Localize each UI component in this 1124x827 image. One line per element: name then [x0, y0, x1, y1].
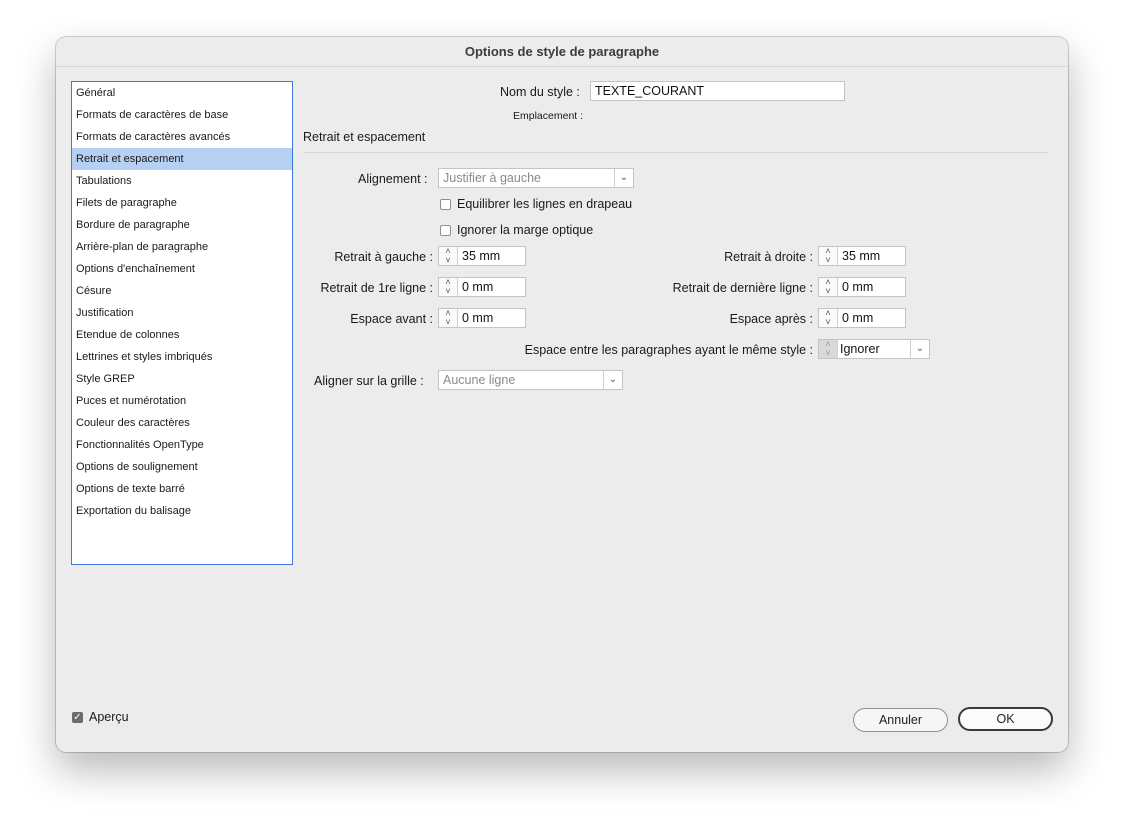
balance-lines-label: Equilibrer les lignes en drapeau [457, 197, 633, 211]
alignment-value: Justifier à gauche [443, 171, 541, 185]
last-line-indent-value: 0 mm [842, 280, 874, 294]
sidebar-item[interactable]: Filets de paragraphe [72, 192, 292, 214]
first-line-indent-label: Retrait de 1re ligne : [320, 281, 433, 295]
stepper-arrows-icon[interactable]: ˄ ˅ [819, 247, 838, 265]
first-line-indent-value: 0 mm [462, 280, 494, 294]
stepper-arrows-icon[interactable]: ˄ ˅ [819, 278, 838, 296]
chevron-down-icon[interactable]: ⌄ [910, 340, 929, 358]
space-before-field[interactable]: ˄ ˅ 0 mm [438, 308, 526, 328]
same-style-spacing-field[interactable]: ˄ ˅ Ignorer ⌄ [818, 339, 930, 359]
sidebar-item[interactable]: Césure [72, 280, 292, 302]
ignore-optical-margin-label: Ignorer la marge optique [457, 223, 594, 237]
same-style-spacing-label: Espace entre les paragraphes ayant le mê… [524, 343, 813, 357]
sidebar-item[interactable]: Options de texte barré [72, 478, 292, 500]
sidebar-item[interactable]: Exportation du balisage [72, 500, 292, 522]
stepper-arrows-icon[interactable]: ˄ ˅ [439, 247, 458, 265]
left-indent-field[interactable]: ˄ ˅ 35 mm [438, 246, 526, 266]
sidebar-item[interactable]: Fonctionnalités OpenType [72, 434, 292, 456]
sidebar-item[interactable]: Général [72, 82, 292, 104]
stepper-arrows-icon[interactable]: ˄ ˅ [819, 309, 838, 327]
sidebar-item[interactable]: Etendue de colonnes [72, 324, 292, 346]
grid-align-dropdown[interactable]: Aucune ligne ⌄ [438, 370, 623, 390]
sidebar-item[interactable]: Formats de caractères de base [72, 104, 292, 126]
right-indent-field[interactable]: ˄ ˅ 35 mm [818, 246, 906, 266]
space-after-label: Espace après : [729, 312, 813, 326]
right-indent-label: Retrait à droite : [724, 250, 813, 264]
paragraph-style-options-dialog: Options de style de paragraphe Général Fo… [56, 37, 1068, 752]
grid-align-value: Aucune ligne [443, 373, 516, 387]
sidebar-item[interactable]: Lettrines et styles imbriqués [72, 346, 292, 368]
space-after-value: 0 mm [842, 311, 874, 325]
location-label: Emplacement : [513, 110, 584, 122]
alignment-dropdown[interactable]: Justifier à gauche ⌄ [438, 168, 634, 188]
left-indent-value: 35 mm [462, 249, 501, 263]
stepper-arrows-icon[interactable]: ˄ ˅ [439, 278, 458, 296]
sidebar-item[interactable]: Options de soulignement [72, 456, 292, 478]
style-name-input[interactable]: TEXTE_COURANT [590, 81, 845, 101]
dialog-title: Options de style de paragraphe [56, 37, 1068, 67]
stepper-arrows-icon[interactable]: ˄ ˅ [439, 309, 458, 327]
sidebar-item[interactable]: Tabulations [72, 170, 292, 192]
last-line-indent-field[interactable]: ˄ ˅ 0 mm [818, 277, 906, 297]
first-line-indent-field[interactable]: ˄ ˅ 0 mm [438, 277, 526, 297]
section-divider [303, 152, 1048, 153]
sidebar-item[interactable]: Arrière-plan de paragraphe [72, 236, 292, 258]
right-indent-value: 35 mm [842, 249, 881, 263]
sidebar-item[interactable]: Style GREP [72, 368, 292, 390]
ignore-optical-margin-checkbox[interactable] [440, 225, 451, 236]
preview-checkbox[interactable]: ✓ [72, 712, 83, 723]
space-after-field[interactable]: ˄ ˅ 0 mm [818, 308, 906, 328]
preview-label: Aperçu [89, 710, 129, 724]
space-before-label: Espace avant : [350, 312, 433, 326]
alignment-label: Alignement : [358, 172, 428, 186]
same-style-spacing-value: Ignorer [840, 342, 880, 356]
sidebar-item[interactable]: Retrait et espacement [72, 148, 292, 170]
cancel-button[interactable]: Annuler [853, 708, 948, 732]
chevron-down-icon: ⌄ [614, 169, 633, 187]
sidebar-item[interactable]: Formats de caractères avancés [72, 126, 292, 148]
space-before-value: 0 mm [462, 311, 494, 325]
section-title: Retrait et espacement [303, 130, 426, 144]
category-list[interactable]: Général Formats de caractères de base Form… [71, 81, 293, 565]
sidebar-item[interactable]: Puces et numérotation [72, 390, 292, 412]
sidebar-item[interactable]: Couleur des caractères [72, 412, 292, 434]
sidebar-item[interactable]: Options d'enchaînement [72, 258, 292, 280]
ok-button[interactable]: OK [958, 707, 1053, 731]
style-name-label: Nom du style : [500, 85, 580, 99]
chevron-down-icon: ⌄ [603, 371, 622, 389]
balance-lines-checkbox[interactable] [440, 199, 451, 210]
left-indent-label: Retrait à gauche : [334, 250, 433, 264]
grid-align-label: Aligner sur la grille : [314, 374, 424, 388]
sidebar-item[interactable]: Justification [72, 302, 292, 324]
stepper-arrows-icon: ˄ ˅ [819, 340, 838, 358]
sidebar-item[interactable]: Bordure de paragraphe [72, 214, 292, 236]
last-line-indent-label: Retrait de dernière ligne : [672, 281, 813, 295]
